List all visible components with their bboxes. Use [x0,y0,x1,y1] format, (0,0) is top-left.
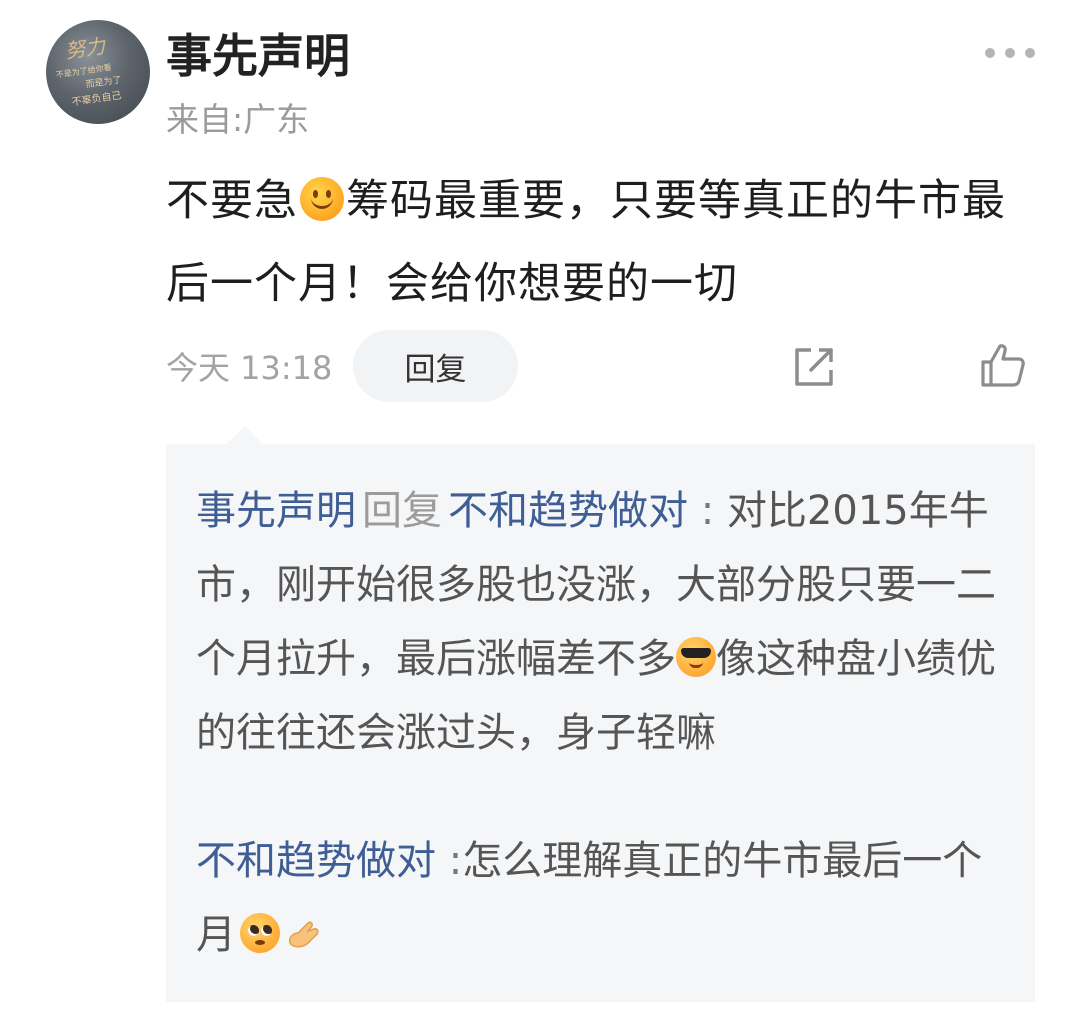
comment-body: 不要急 筹码最重要，只要等真正的牛市最后一个月！会给你想要的一切 [166,160,1046,326]
svg-text:努力: 努力 [64,35,109,63]
pinching-hand-emoji-icon [288,921,319,948]
dot-icon [1005,48,1015,58]
dot-icon [1025,48,1035,58]
avatar[interactable]: 努力 不是为了给你看 而是为了 不辜负自己 [46,20,150,124]
comment-timestamp: 今天 13:18 [166,349,333,387]
avatar-image: 努力 不是为了给你看 而是为了 不辜负自己 [55,35,122,108]
reply-separator: : [700,488,715,534]
smile-emoji-icon [300,177,344,221]
comment-username[interactable]: 事先声明 [166,28,350,84]
comment-actions: 今天 13:18 回复 [166,330,1046,402]
pleading-emoji-icon [240,913,280,953]
share-icon[interactable] [791,344,837,390]
more-options-icon[interactable] [985,38,1035,68]
cool-emoji-icon [676,637,716,677]
reply-item[interactable]: 不和趋势做对 :怎么理解真正的牛市最后一个月 [196,824,996,972]
reply-author-link[interactable]: 不和趋势做对 [196,838,436,884]
reply-button[interactable]: 回复 [353,330,518,402]
comment-location: 来自:广东 [166,100,310,139]
replies-panel: 事先声明 回复 不和趋势做对 : 对比2015年牛市，刚开始很多股也没涨，大部分股只… [166,444,1035,1002]
dot-icon [985,48,995,58]
reply-word: 回复 [362,488,442,534]
replies-pointer [226,426,264,445]
svg-text:而是为了: 而是为了 [85,73,122,89]
reply-item[interactable]: 事先声明 回复 不和趋势做对 : 对比2015年牛市，刚开始很多股也没涨，大部分股只… [196,474,996,770]
reply-author-link[interactable]: 事先声明 [196,488,356,534]
reply-target-link[interactable]: 不和趋势做对 [448,488,688,534]
svg-text:不辜负自己: 不辜负自己 [71,88,122,108]
like-icon[interactable] [978,340,1028,390]
comment-text-part1: 不要急 [166,176,298,226]
reply-separator: : [448,838,463,884]
